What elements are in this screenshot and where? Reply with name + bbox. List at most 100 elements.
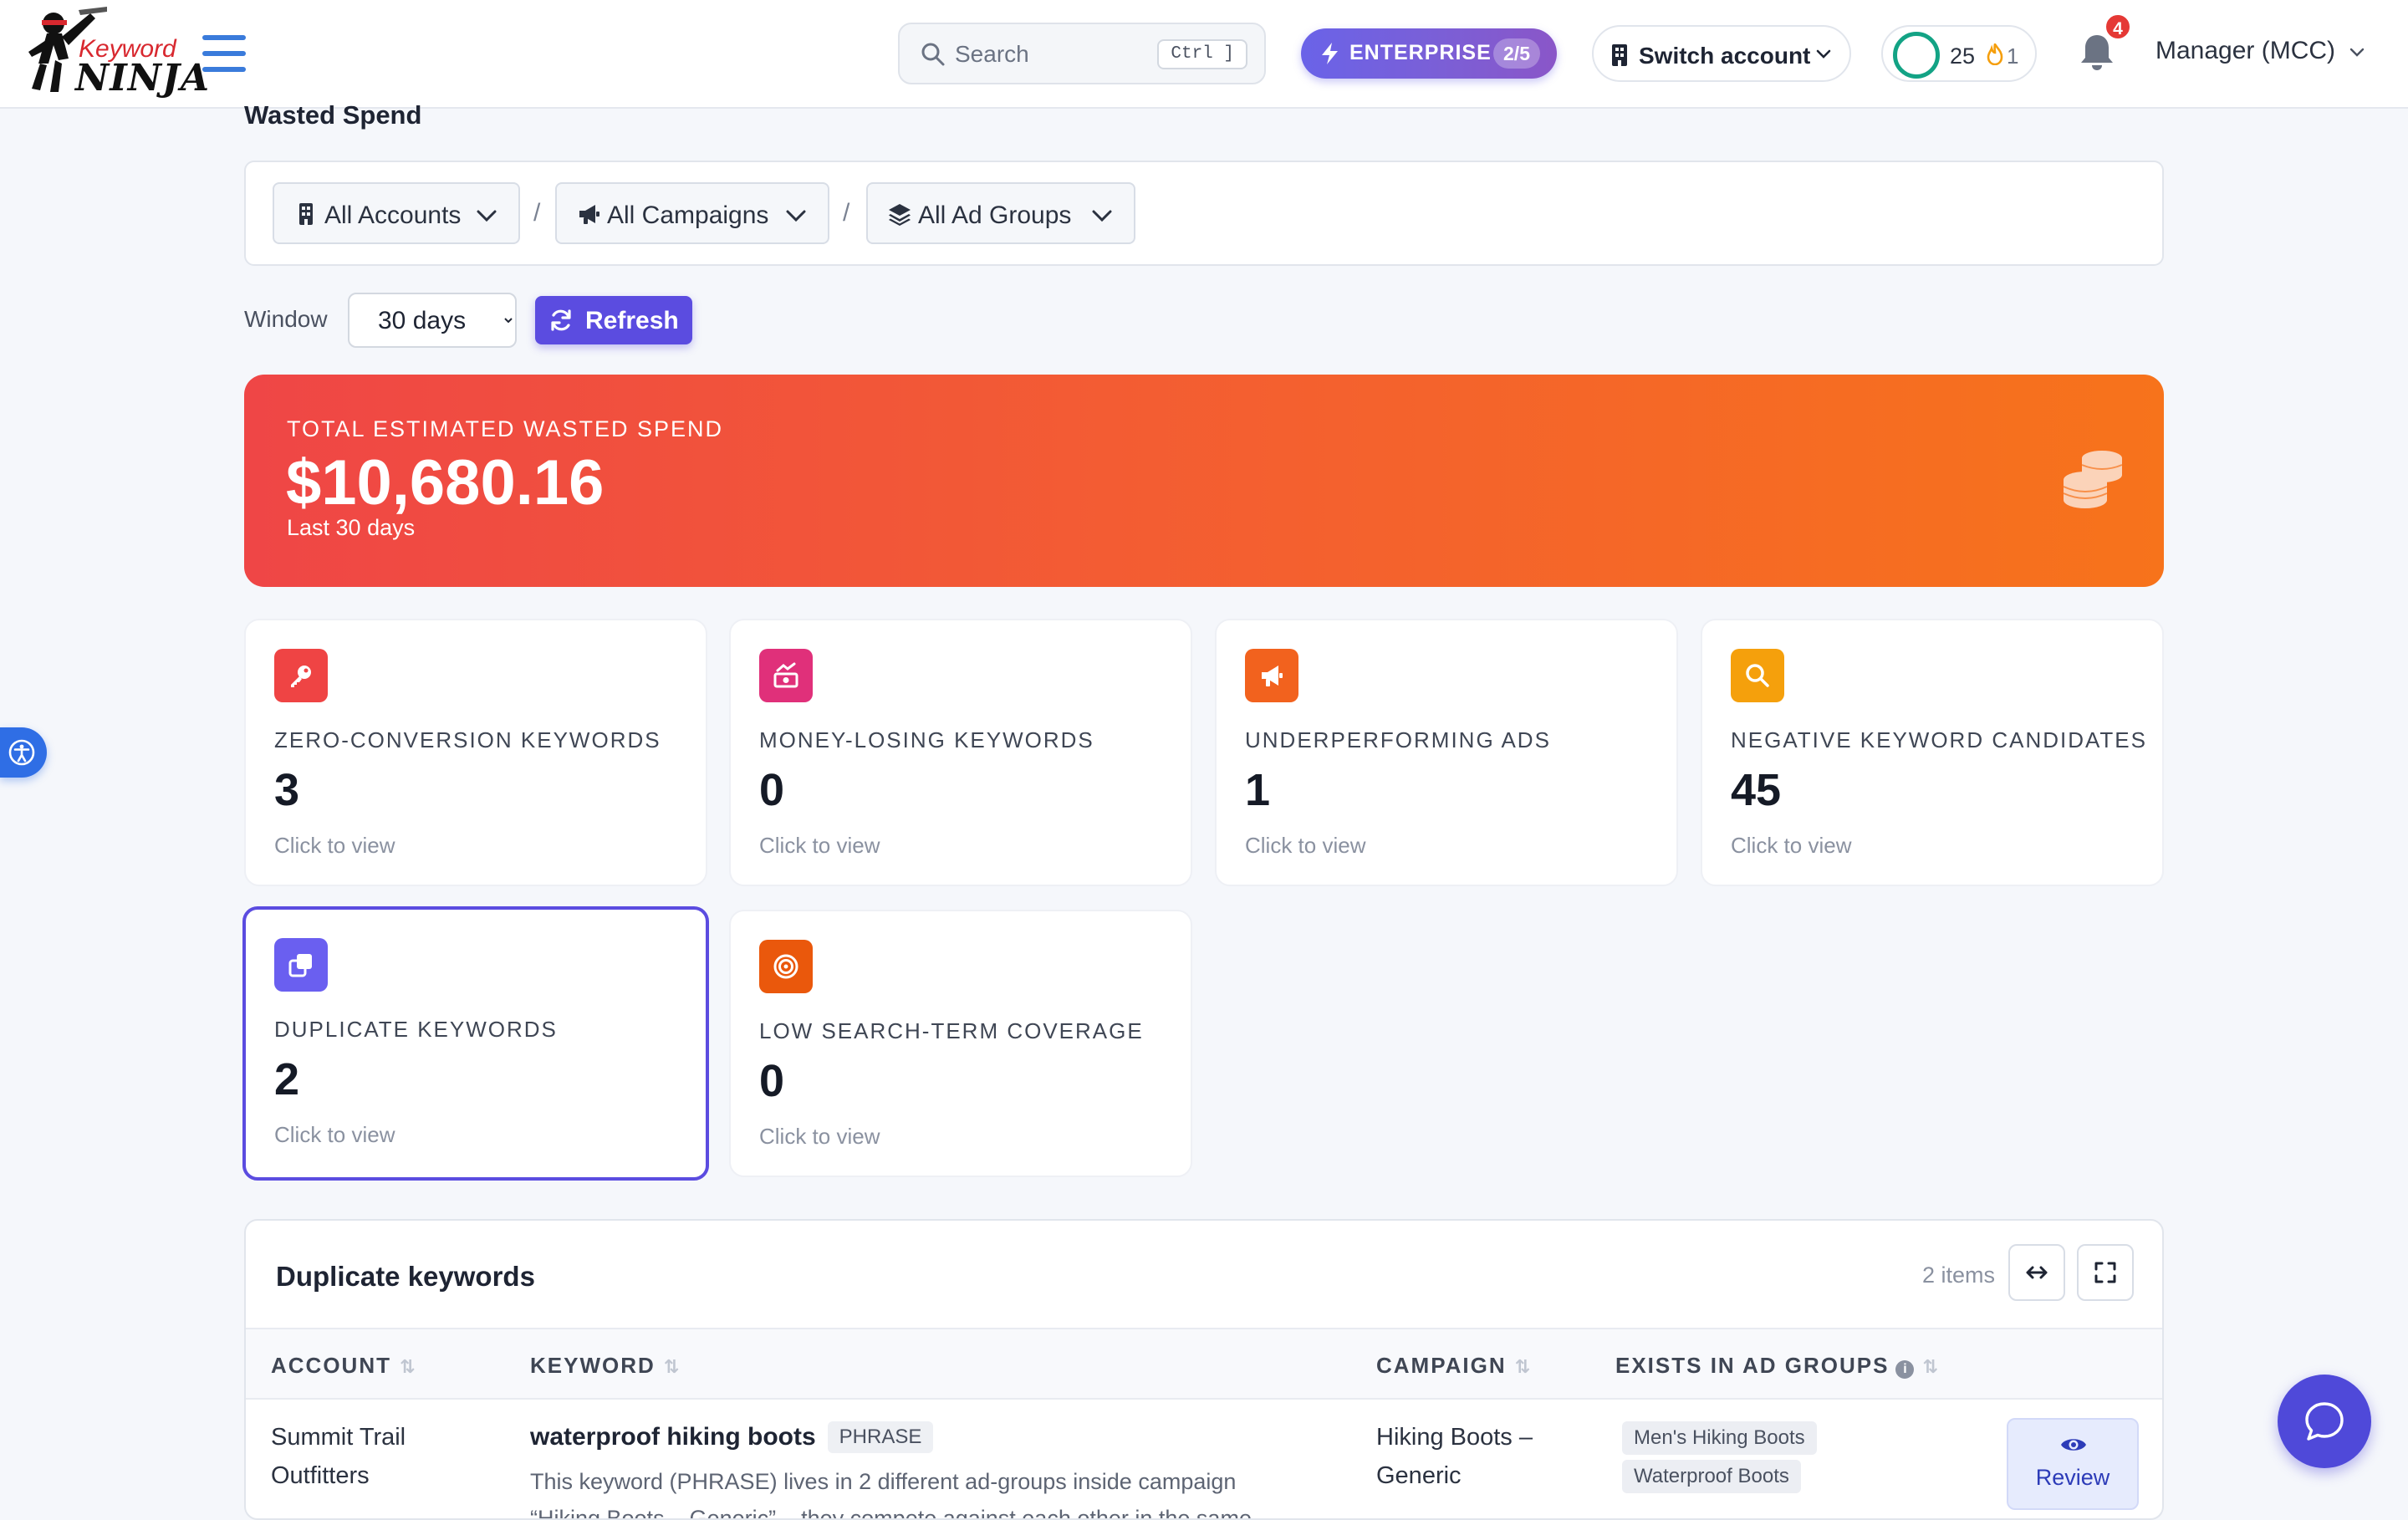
fullscreen-icon	[2094, 1262, 2116, 1283]
breadcrumb-separator: /	[533, 199, 541, 227]
score-widget[interactable]: 25 1	[1881, 25, 2037, 82]
user-menu-label[interactable]: Manager (MCC)	[2155, 37, 2335, 65]
total-wasted-spend-banner: TOTAL ESTIMATED WASTED SPEND $10,680.16 …	[244, 375, 2164, 587]
ad-groups-filter-label: All Ad Groups	[918, 201, 1072, 229]
refresh-button[interactable]: Refresh	[535, 296, 692, 344]
card-value: 45	[1731, 765, 1782, 815]
review-button[interactable]: Review	[2007, 1418, 2139, 1510]
chevron-down-icon	[1816, 49, 1831, 59]
card-hint: Click to view	[274, 1122, 395, 1147]
search-input[interactable]	[955, 36, 1172, 73]
breadcrumb-separator: /	[843, 199, 850, 227]
plan-badge-button[interactable]: ENTERPRISE 2/5	[1301, 28, 1557, 79]
match-type-badge: PHRASE	[827, 1421, 934, 1453]
table-item-count: 2 items	[1921, 1262, 1995, 1288]
keyword-description: This keyword (PHRASE) lives in 2 differe…	[530, 1463, 1299, 1520]
target-icon	[773, 954, 798, 979]
sort-icon: ⇅	[663, 1356, 680, 1377]
chevron-down-icon[interactable]	[2349, 47, 2365, 59]
sort-icon: ⇅	[1514, 1356, 1531, 1377]
campaigns-filter-dropdown[interactable]: All Campaigns	[555, 182, 829, 244]
negative-keyword-candidates-card[interactable]: NEGATIVE KEYWORD CANDIDATES 45 Click to …	[1701, 619, 2164, 886]
menu-toggle-button[interactable]	[202, 33, 246, 74]
campaign-cell: Hiking Boots – Generic	[1376, 1418, 1533, 1495]
search-icon	[921, 43, 945, 66]
lightning-icon	[1322, 43, 1338, 64]
card-title: UNDERPERFORMING ADS	[1245, 727, 1551, 752]
chat-bubble-icon	[2305, 1402, 2344, 1441]
card-icon-badge	[274, 649, 328, 702]
plan-label: ENTERPRISE	[1349, 41, 1492, 64]
window-select[interactable]: 30 days	[348, 293, 517, 348]
global-search[interactable]: Ctrl ]	[898, 23, 1266, 84]
zero-conversion-keywords-card[interactable]: ZERO-CONVERSION KEYWORDS 3 Click to view	[244, 619, 707, 886]
window-label: Window	[244, 306, 328, 332]
total-wasted-spend-label: TOTAL ESTIMATED WASTED SPEND	[287, 416, 724, 441]
column-header-exists-in-ad-groups[interactable]: EXISTS IN AD GROUPS i ⇅	[1615, 1353, 1938, 1379]
total-wasted-spend-value: $10,680.16	[286, 447, 605, 518]
ad-groups-filter-dropdown[interactable]: All Ad Groups	[866, 182, 1135, 244]
card-title: ZERO-CONVERSION KEYWORDS	[274, 727, 661, 752]
column-header-label: EXISTS IN AD GROUPS	[1615, 1353, 1890, 1378]
page-title: Wasted Spend	[244, 100, 422, 130]
streak-value: 1	[2007, 43, 2019, 69]
card-value: 3	[274, 765, 300, 815]
megaphone-icon	[579, 205, 599, 224]
underperforming-ads-card[interactable]: UNDERPERFORMING ADS 1 Click to view	[1215, 619, 1678, 886]
review-label: Review	[2035, 1465, 2110, 1490]
card-icon-badge	[274, 938, 328, 992]
card-title: LOW SEARCH-TERM COVERAGE	[759, 1018, 1144, 1043]
progress-ring-icon	[1893, 32, 1940, 79]
copy-icon	[288, 954, 312, 977]
eye-icon	[2061, 1439, 2086, 1451]
keyword-ninja-logo[interactable]: Keyword NINJA	[25, 5, 209, 104]
search-icon	[1746, 664, 1769, 687]
hamburger-line	[202, 35, 246, 40]
keyword-cell: waterproof hiking boots PHRASE	[530, 1418, 934, 1456]
account-cell: Summit Trail Outfitters	[271, 1418, 406, 1495]
accessibility-icon	[8, 739, 35, 766]
sort-icon: ⇅	[1922, 1356, 1938, 1377]
chat-support-button[interactable]	[2278, 1375, 2371, 1468]
card-hint: Click to view	[759, 1124, 880, 1149]
column-header-account[interactable]: ACCOUNT ⇅	[271, 1353, 415, 1379]
score-value: 25	[1950, 43, 1976, 69]
building-icon	[299, 203, 313, 225]
card-title: NEGATIVE KEYWORD CANDIDATES	[1731, 727, 2147, 752]
chevron-down-icon	[477, 210, 497, 222]
campaign-name-line: Hiking Boots –	[1376, 1424, 1533, 1451]
low-search-term-coverage-card[interactable]: LOW SEARCH-TERM COVERAGE 0 Click to view	[729, 910, 1192, 1177]
column-header-campaign[interactable]: CAMPAIGN ⇅	[1376, 1353, 1530, 1379]
column-header-keyword[interactable]: KEYWORD ⇅	[530, 1353, 679, 1379]
card-icon-badge	[1731, 649, 1784, 702]
switch-account-label: Switch account	[1639, 43, 1811, 69]
duplicate-keywords-card[interactable]: DUPLICATE KEYWORDS 2 Click to view	[242, 906, 709, 1181]
chevron-down-icon	[786, 210, 806, 222]
card-value: 1	[1245, 765, 1271, 815]
card-hint: Click to view	[274, 833, 395, 858]
keyword-text: waterproof hiking boots	[530, 1423, 816, 1451]
money-losing-keywords-card[interactable]: MONEY-LOSING KEYWORDS 0 Click to view	[729, 619, 1192, 886]
building-icon	[1612, 44, 1627, 66]
accounts-filter-label: All Accounts	[324, 201, 462, 229]
accessibility-button[interactable]	[0, 727, 47, 778]
accounts-filter-dropdown[interactable]: All Accounts	[273, 182, 520, 244]
card-icon-badge	[759, 649, 813, 702]
info-icon[interactable]: i	[1895, 1360, 1915, 1379]
column-header-label: CAMPAIGN	[1376, 1353, 1507, 1378]
card-value: 0	[759, 765, 785, 815]
scope-filter-bar: All Accounts / All Campaigns / All Ad Gr…	[244, 161, 2164, 266]
campaigns-filter-label: All Campaigns	[607, 201, 769, 229]
fullscreen-button[interactable]	[2077, 1244, 2134, 1301]
plan-usage: 2/5	[1493, 38, 1540, 69]
switch-account-button[interactable]: Switch account	[1592, 25, 1851, 82]
expand-width-button[interactable]	[2008, 1244, 2065, 1301]
refresh-icon	[551, 309, 571, 331]
chevron-down-icon	[1092, 210, 1112, 222]
keyword-description-line: “Hiking Boots – Generic” – they compete …	[530, 1506, 1252, 1520]
column-header-label: ACCOUNT	[271, 1353, 391, 1378]
card-value: 0	[759, 1056, 785, 1106]
card-hint: Click to view	[1245, 833, 1366, 858]
top-bar: Keyword NINJA Ctrl ] ENTERPRISE 2/5 Swit…	[0, 0, 2408, 109]
ad-group-tag: Waterproof Boots	[1622, 1460, 1801, 1493]
